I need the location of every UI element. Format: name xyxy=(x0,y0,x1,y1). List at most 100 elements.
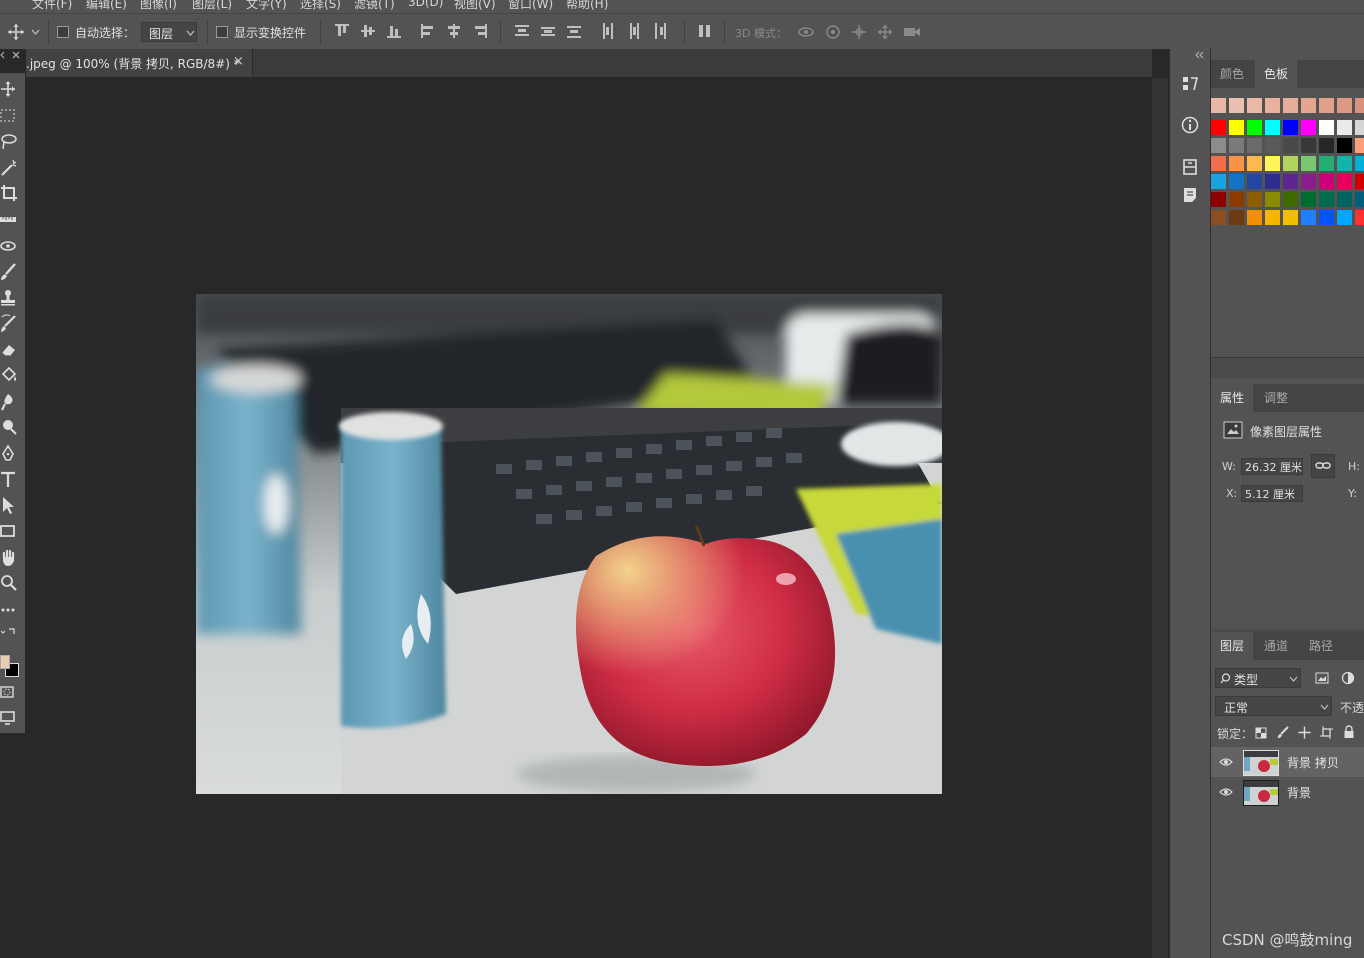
color-swatch[interactable] xyxy=(1229,174,1244,189)
color-swatch[interactable] xyxy=(1247,210,1262,225)
collapse-toolbar-icon[interactable] xyxy=(0,50,24,60)
auto-select-dropdown[interactable]: 图层 xyxy=(141,22,197,42)
color-swatch[interactable] xyxy=(1355,192,1364,207)
color-swatch[interactable] xyxy=(1211,98,1226,113)
color-swatch[interactable] xyxy=(1337,138,1352,153)
brush-tool-icon[interactable] xyxy=(0,262,20,282)
color-swatch[interactable] xyxy=(1265,192,1280,207)
color-swatch[interactable] xyxy=(1319,138,1334,153)
align-top-icon[interactable] xyxy=(335,23,349,39)
color-swatch[interactable] xyxy=(1319,156,1334,171)
close-icon[interactable]: × xyxy=(233,54,244,69)
color-swatch[interactable] xyxy=(1283,120,1298,135)
color-swatch[interactable] xyxy=(1337,210,1352,225)
lock-position-icon[interactable] xyxy=(1298,726,1311,739)
rectangle-tool-icon[interactable] xyxy=(0,522,20,542)
layer-row-background[interactable]: 背景 xyxy=(1211,777,1364,807)
hand-tool-icon[interactable] xyxy=(0,548,20,568)
tab-swatches[interactable]: 色板 xyxy=(1255,60,1298,88)
color-swatch[interactable] xyxy=(1211,138,1226,153)
menu-filter[interactable]: 滤镜(T) xyxy=(354,0,395,12)
auto-align-icon[interactable] xyxy=(698,23,712,39)
color-swatch[interactable] xyxy=(1301,174,1316,189)
link-dimensions-button[interactable] xyxy=(1311,454,1335,478)
color-swatch[interactable] xyxy=(1319,192,1334,207)
collapse-panels-icon[interactable] xyxy=(1194,51,1204,59)
layer-filter-dropdown[interactable]: 类型 xyxy=(1215,668,1301,688)
color-swatch[interactable] xyxy=(1283,210,1298,225)
color-swatch[interactable] xyxy=(1265,156,1280,171)
color-swatch[interactable] xyxy=(1319,120,1334,135)
libraries-panel-icon[interactable] xyxy=(1180,157,1200,177)
3d-drag-icon[interactable] xyxy=(850,23,868,41)
color-swatch[interactable] xyxy=(1337,156,1352,171)
color-swatch[interactable] xyxy=(1319,98,1334,113)
color-swatch[interactable] xyxy=(1301,156,1316,171)
distribute-left-icon[interactable] xyxy=(601,23,615,39)
move-tool-icon[interactable] xyxy=(0,80,20,100)
color-swatch[interactable] xyxy=(1229,210,1244,225)
color-swatch[interactable] xyxy=(1211,210,1226,225)
menu-type[interactable]: 文字(Y) xyxy=(246,0,287,12)
dodge-tool-icon[interactable] xyxy=(0,418,20,438)
image-filter-icon[interactable] xyxy=(1315,671,1329,685)
tab-layers[interactable]: 图层 xyxy=(1211,632,1254,660)
color-swatch[interactable] xyxy=(1337,174,1352,189)
clone-stamp-tool-icon[interactable] xyxy=(0,288,20,308)
color-swatch[interactable] xyxy=(1247,98,1262,113)
lock-all-icon[interactable] xyxy=(1343,725,1355,739)
swap-colors-icon[interactable] xyxy=(0,624,20,644)
history-panel-icon[interactable] xyxy=(1180,74,1200,94)
menu-select[interactable]: 选择(S) xyxy=(300,0,341,12)
x-field[interactable]: 5.12 厘米 xyxy=(1241,485,1303,502)
color-swatch[interactable] xyxy=(1247,174,1262,189)
3d-roll-icon[interactable] xyxy=(824,23,842,41)
more-tools-icon[interactable] xyxy=(0,600,20,620)
align-bottom-icon[interactable] xyxy=(387,23,401,39)
chevron-down-icon[interactable] xyxy=(31,29,40,35)
color-swatch[interactable] xyxy=(1247,138,1262,153)
color-swatch[interactable] xyxy=(1283,98,1298,113)
type-tool-icon[interactable] xyxy=(0,470,20,490)
lock-transparent-pixels-icon[interactable] xyxy=(1255,727,1267,739)
color-swatch[interactable] xyxy=(1319,210,1334,225)
3d-scale-camera-icon[interactable] xyxy=(902,23,922,41)
align-hcenter-icon[interactable] xyxy=(447,23,461,39)
color-swatch[interactable] xyxy=(1229,98,1244,113)
menu-view[interactable]: 视图(V) xyxy=(454,0,496,12)
distribute-top-icon[interactable] xyxy=(515,23,529,39)
eye-icon[interactable] xyxy=(1219,755,1233,769)
tab-channels[interactable]: 通道 xyxy=(1255,632,1297,660)
foreground-color-swatch[interactable] xyxy=(0,655,10,669)
notes-panel-icon[interactable] xyxy=(1180,185,1200,205)
distribute-hcenter-icon[interactable] xyxy=(627,23,641,39)
color-swatch[interactable] xyxy=(1355,120,1364,135)
zoom-tool-icon[interactable] xyxy=(0,574,20,594)
color-swatch[interactable] xyxy=(1211,156,1226,171)
tab-color[interactable]: 颜色 xyxy=(1211,60,1253,88)
color-swatch[interactable] xyxy=(1355,174,1364,189)
menu-layer[interactable]: 图层(L) xyxy=(192,0,232,12)
lock-artboard-icon[interactable] xyxy=(1320,726,1333,739)
path-selection-tool-icon[interactable] xyxy=(0,496,20,516)
color-swatch[interactable] xyxy=(1355,156,1364,171)
adjustment-filter-icon[interactable] xyxy=(1341,671,1355,685)
color-swatch[interactable] xyxy=(1301,138,1316,153)
color-swatch[interactable] xyxy=(1247,120,1262,135)
tab-paths[interactable]: 路径 xyxy=(1300,632,1342,660)
color-swatch[interactable] xyxy=(1211,120,1226,135)
color-swatch[interactable] xyxy=(1283,174,1298,189)
menu-file[interactable]: 文件(F) xyxy=(32,0,72,12)
color-swatch[interactable] xyxy=(1319,174,1334,189)
menu-image[interactable]: 图像(I) xyxy=(140,0,177,12)
eraser-tool-icon[interactable] xyxy=(0,340,20,360)
color-swatch[interactable] xyxy=(1337,98,1352,113)
color-swatch[interactable] xyxy=(1211,174,1226,189)
document-tab[interactable]: .jpeg @ 100% (背景 拷贝, RGB/8#) * × xyxy=(26,49,253,77)
color-swatch[interactable] xyxy=(1247,156,1262,171)
color-swatch[interactable] xyxy=(1229,120,1244,135)
move-tool-icon[interactable] xyxy=(7,23,25,41)
info-icon[interactable] xyxy=(1180,115,1200,135)
color-swatch[interactable] xyxy=(1301,192,1316,207)
menu-window[interactable]: 窗口(W) xyxy=(508,0,553,12)
